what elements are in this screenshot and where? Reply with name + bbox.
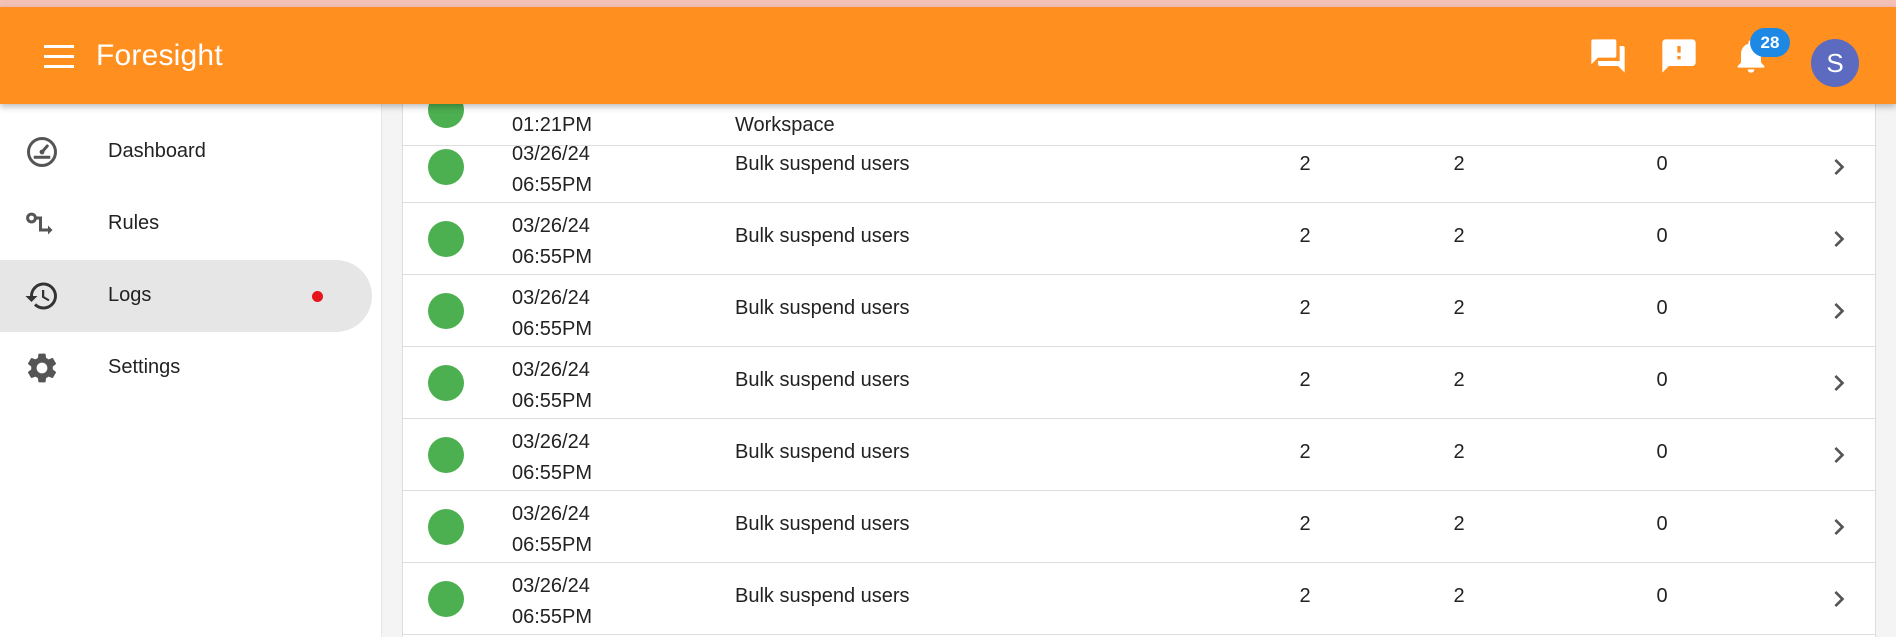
log-count-3: 0 [1656,153,1668,175]
chevron-right-icon[interactable] [1823,439,1855,471]
log-count-3: 0 [1656,441,1668,463]
status-success-dot [428,437,464,473]
status-success-dot [428,581,464,617]
sidebar-item-label: Settings [108,356,181,378]
logs-table: 01:21PM Workspace 03/26/24 06:55PM Bulk s… [402,104,1876,637]
unread-indicator-dot [312,291,323,302]
status-success-dot [428,221,464,257]
log-count-2: 2 [1453,153,1465,175]
log-count-2: 2 [1453,441,1465,463]
sidebar-item-rules[interactable]: Rules [0,188,372,260]
chevron-right-icon[interactable] [1823,295,1855,327]
history-icon [24,278,60,314]
sidebar-item-label: Dashboard [108,140,206,162]
status-success-dot [428,149,464,185]
sidebar-item-settings[interactable]: Settings [0,332,372,404]
table-row[interactable]: 03/26/24 06:55PM Bulk suspend users 2 2 0 [403,419,1875,491]
log-action: Bulk suspend users [735,297,910,319]
chevron-right-icon[interactable] [1823,367,1855,399]
log-time: 06:55PM [512,174,593,196]
log-count-1: 2 [1299,225,1311,247]
chevron-right-icon[interactable] [1823,151,1855,183]
sidebar-item-label: Logs [108,284,152,306]
log-action: Bulk suspend users [735,369,910,391]
log-date: 03/26/24 [512,215,590,237]
log-time: 06:55PM [512,462,593,484]
log-action: Bulk suspend users [735,585,910,607]
log-time: 06:55PM [512,318,593,340]
notification-count-badge: 28 [1750,28,1790,57]
chevron-right-icon[interactable] [1823,223,1855,255]
log-action: Bulk suspend users [735,513,910,535]
log-action: Bulk suspend users [735,153,910,175]
sidebar-item-label: Rules [108,212,160,234]
log-date: 03/26/24 [512,503,590,525]
table-row[interactable]: 03/26/24 06:55PM Bulk suspend users 2 2 0 [403,491,1875,563]
log-count-2: 2 [1453,225,1465,247]
table-row[interactable]: 03/26/24 06:55PM Bulk suspend users 2 2 0 [403,275,1875,347]
log-action: Bulk suspend users [735,225,910,247]
hamburger-menu-icon[interactable] [44,45,76,69]
log-count-1: 2 [1299,153,1311,175]
top-strip [0,0,1896,7]
feedback-icon[interactable] [1659,36,1699,76]
log-count-1: 2 [1299,513,1311,535]
forum-icon[interactable] [1588,36,1628,76]
app-bar: Foresight 28 S [0,7,1896,104]
table-row[interactable]: 03/26/24 06:55PM Bulk suspend users 2 2 0 [403,563,1875,635]
table-row[interactable]: 03/26/24 06:55PM Bulk suspend users 2 2 0 [403,203,1875,275]
log-date: 03/26/24 [512,575,590,597]
gear-icon [24,350,60,386]
status-success-dot [428,293,464,329]
log-date: 03/26/24 [512,359,590,381]
log-count-1: 2 [1299,441,1311,463]
chevron-right-icon[interactable] [1823,511,1855,543]
app-title: Foresight [96,39,223,72]
log-date: 03/26/24 [512,143,590,165]
rules-icon [24,206,60,242]
log-time: 06:55PM [512,390,593,412]
status-success-dot [428,104,464,128]
table-row[interactable]: 03/26/24 06:55PM Bulk suspend users 2 2 0 [403,347,1875,419]
user-avatar[interactable]: S [1811,39,1859,87]
log-count-2: 2 [1453,297,1465,319]
log-date: 03/26/24 [512,287,590,309]
sidebar: Dashboard Rules Logs Settings [0,104,382,637]
log-count-3: 0 [1656,297,1668,319]
log-action: Bulk suspend users [735,441,910,463]
log-count-1: 2 [1299,369,1311,391]
log-count-2: 2 [1453,513,1465,535]
status-success-dot [428,509,464,545]
sidebar-item-dashboard[interactable]: Dashboard [0,116,372,188]
log-time: 06:55PM [512,246,593,268]
log-time: 06:55PM [512,534,593,556]
log-count-3: 0 [1656,225,1668,247]
table-row[interactable]: 03/26/24 06:55PM Bulk suspend users 2 2 0 [403,131,1875,203]
log-count-2: 2 [1453,585,1465,607]
speedometer-icon [24,134,60,170]
log-count-2: 2 [1453,369,1465,391]
log-count-3: 0 [1656,585,1668,607]
sidebar-item-logs[interactable]: Logs [0,260,372,332]
log-count-1: 2 [1299,585,1311,607]
log-date: 03/26/24 [512,431,590,453]
log-time: 06:55PM [512,606,593,628]
log-count-1: 2 [1299,297,1311,319]
log-count-3: 0 [1656,513,1668,535]
status-success-dot [428,365,464,401]
log-count-3: 0 [1656,369,1668,391]
chevron-right-icon[interactable] [1823,583,1855,615]
